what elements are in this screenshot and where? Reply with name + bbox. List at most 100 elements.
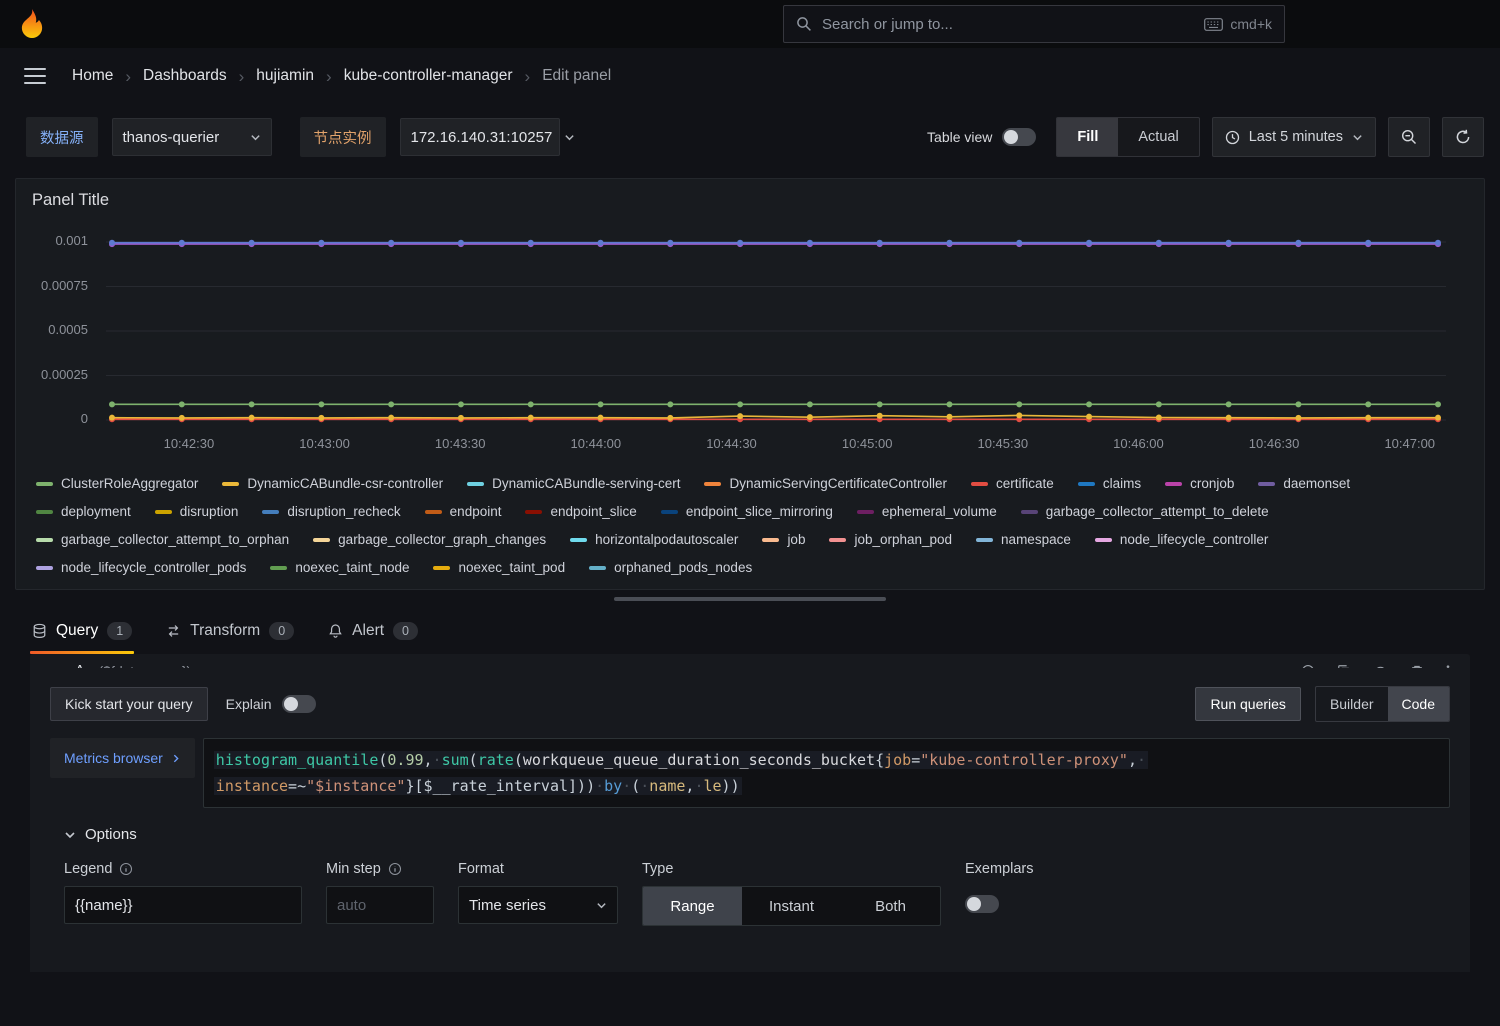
code-token: rate <box>477 751 514 769</box>
code-token: instance <box>215 777 289 795</box>
tab-transform[interactable]: Transform 0 <box>164 608 296 654</box>
legend-item[interactable]: horizontalpodautoscaler <box>570 532 738 547</box>
explain-toggle[interactable] <box>281 695 316 713</box>
panel-title[interactable]: Panel Title <box>16 179 1484 214</box>
metrics-browser-button[interactable]: Metrics browser <box>50 738 195 778</box>
x-axis-label: 10:43:30 <box>434 436 486 451</box>
legend-series-color <box>433 565 451 570</box>
legend-series-color <box>262 509 280 514</box>
code-token: { <box>875 751 885 769</box>
code-token: $__rate_interval <box>423 777 569 795</box>
info-icon[interactable] <box>388 862 402 876</box>
legend-item[interactable]: garbage_collector_graph_changes <box>313 532 546 547</box>
format-field: Format Time series <box>458 861 618 924</box>
grafana-logo[interactable] <box>16 8 48 40</box>
query-code-editor[interactable]: histogram_quantile(0.99,·sum(rate(workqu… <box>202 738 1450 808</box>
legend-item[interactable]: DynamicServingCertificateController <box>704 476 947 491</box>
y-axis: 0 0.00025 0.0005 0.00075 0.001 <box>16 222 94 462</box>
legend-item[interactable]: noexec_taint_node <box>270 560 409 575</box>
legend-item[interactable]: disruption_recheck <box>262 504 401 519</box>
legend-item[interactable]: job_orphan_pod <box>829 532 952 547</box>
legend-item[interactable]: namespace <box>976 532 1071 547</box>
min-step-input[interactable] <box>326 886 434 924</box>
legend-item[interactable]: node_lifecycle_controller_pods <box>36 560 246 575</box>
legend-item[interactable]: claims <box>1077 476 1141 491</box>
breadcrumb-item[interactable]: kube-controller-manager <box>344 67 513 85</box>
chevron-down-icon <box>250 132 261 143</box>
query-history-icon[interactable] <box>1301 664 1315 668</box>
refresh-button[interactable] <box>1442 117 1484 157</box>
legend-item[interactable]: DynamicCABundle-serving-cert <box>467 476 680 491</box>
options-header[interactable]: Options <box>64 826 1450 843</box>
exemplars-toggle[interactable] <box>965 895 999 913</box>
legend-item[interactable]: cronjob <box>1165 476 1234 491</box>
breadcrumb-item[interactable]: hujiamin <box>256 67 314 85</box>
chart-legend: ClusterRoleAggregator DynamicCABundle-csr… <box>16 462 1484 577</box>
type-both-option[interactable]: Both <box>841 887 940 925</box>
legend-format-input[interactable] <box>64 886 302 924</box>
actual-option[interactable]: Actual <box>1118 118 1198 156</box>
legend-series-label: node_lifecycle_controller_pods <box>61 560 247 575</box>
datasource-select[interactable]: thanos-querier <box>111 118 272 156</box>
legend-item[interactable]: orphaned_pods_nodes <box>589 560 752 575</box>
legend-item[interactable]: endpoint <box>424 504 501 519</box>
code-mode-option[interactable]: Code <box>1387 687 1449 721</box>
legend-item[interactable]: noexec_taint_pod <box>433 560 565 575</box>
chevron-right-icon <box>171 753 181 764</box>
chevron-down-icon <box>564 132 575 143</box>
legend-item[interactable]: disruption <box>154 504 238 519</box>
builder-mode-option[interactable]: Builder <box>1316 687 1388 721</box>
timeseries-chart[interactable]: 0 0.00025 0.0005 0.00075 0.001 10:42:30 10:43… <box>16 222 1484 462</box>
search-input[interactable]: Search or jump to... cmd+k <box>783 5 1285 43</box>
legend-item[interactable]: ClusterRoleAggregator <box>36 476 198 491</box>
legend-series-color <box>856 509 874 514</box>
delete-query-icon[interactable] <box>1410 664 1424 668</box>
legend-item[interactable]: DynamicCABundle-csr-controller <box>222 476 443 491</box>
legend-series-label: garbage_collector_graph_changes <box>338 532 547 547</box>
menu-toggle-icon[interactable] <box>24 68 46 84</box>
fill-option[interactable]: Fill <box>1057 118 1119 156</box>
zoom-out-button[interactable] <box>1388 117 1430 157</box>
legend-item[interactable]: ephemeral_volume <box>856 504 997 519</box>
explain-label: Explain <box>225 696 272 712</box>
breadcrumb-item[interactable]: Dashboards <box>143 67 227 85</box>
legend-item[interactable]: deployment <box>36 504 131 519</box>
instance-select[interactable]: 172.16.140.31:10257 <box>399 118 574 156</box>
legend-series-label: garbage_collector_attempt_to_delete <box>1045 504 1269 519</box>
transform-icon <box>166 623 181 639</box>
legend-item[interactable]: garbage_collector_attempt_to_delete <box>1020 504 1269 519</box>
legend-item[interactable]: certificate <box>971 476 1054 491</box>
legend-item[interactable]: garbage_collector_attempt_to_orphan <box>36 532 289 547</box>
collapse-chevron-icon[interactable] <box>50 666 61 669</box>
code-token: )) <box>721 777 740 795</box>
pane-splitter-handle[interactable] <box>614 597 886 601</box>
hide-query-icon[interactable] <box>1373 664 1388 668</box>
plot-area[interactable] <box>100 228 1452 430</box>
legend-series-color <box>1258 481 1276 486</box>
legend-item[interactable]: endpoint_slice <box>525 504 637 519</box>
kick-start-query-button[interactable]: Kick start your query <box>50 687 208 721</box>
type-instant-option[interactable]: Instant <box>742 887 841 925</box>
legend-item[interactable]: job <box>762 532 805 547</box>
code-token: [ <box>414 777 424 795</box>
type-range-option[interactable]: Range <box>643 887 742 925</box>
legend-series-color <box>222 481 240 486</box>
table-view-toggle[interactable] <box>1002 128 1037 146</box>
legend-item[interactable]: daemonset <box>1258 476 1350 491</box>
more-options-icon[interactable] <box>1446 664 1450 668</box>
breadcrumb-item[interactable]: Home <box>72 67 113 85</box>
legend-item[interactable]: endpoint_slice_mirroring <box>660 504 833 519</box>
time-range-picker[interactable]: Last 5 minutes <box>1211 117 1376 157</box>
tab-query[interactable]: Query 1 <box>30 608 135 654</box>
query-editor-card: A (${datasource}) Kick start your query … <box>30 654 1470 972</box>
tab-alert[interactable]: Alert 0 <box>326 608 420 654</box>
format-select[interactable]: Time series <box>458 886 618 924</box>
duplicate-query-icon[interactable] <box>1337 664 1351 668</box>
x-axis-label: 10:45:00 <box>841 436 893 451</box>
legend-item[interactable]: node_lifecycle_controller <box>1094 532 1268 547</box>
code-token: · <box>432 751 442 769</box>
info-icon[interactable] <box>119 862 133 876</box>
run-queries-button[interactable]: Run queries <box>1195 687 1301 721</box>
exemplars-field-label: Exemplars <box>965 861 1034 877</box>
query-ref-id[interactable]: A <box>75 663 85 668</box>
